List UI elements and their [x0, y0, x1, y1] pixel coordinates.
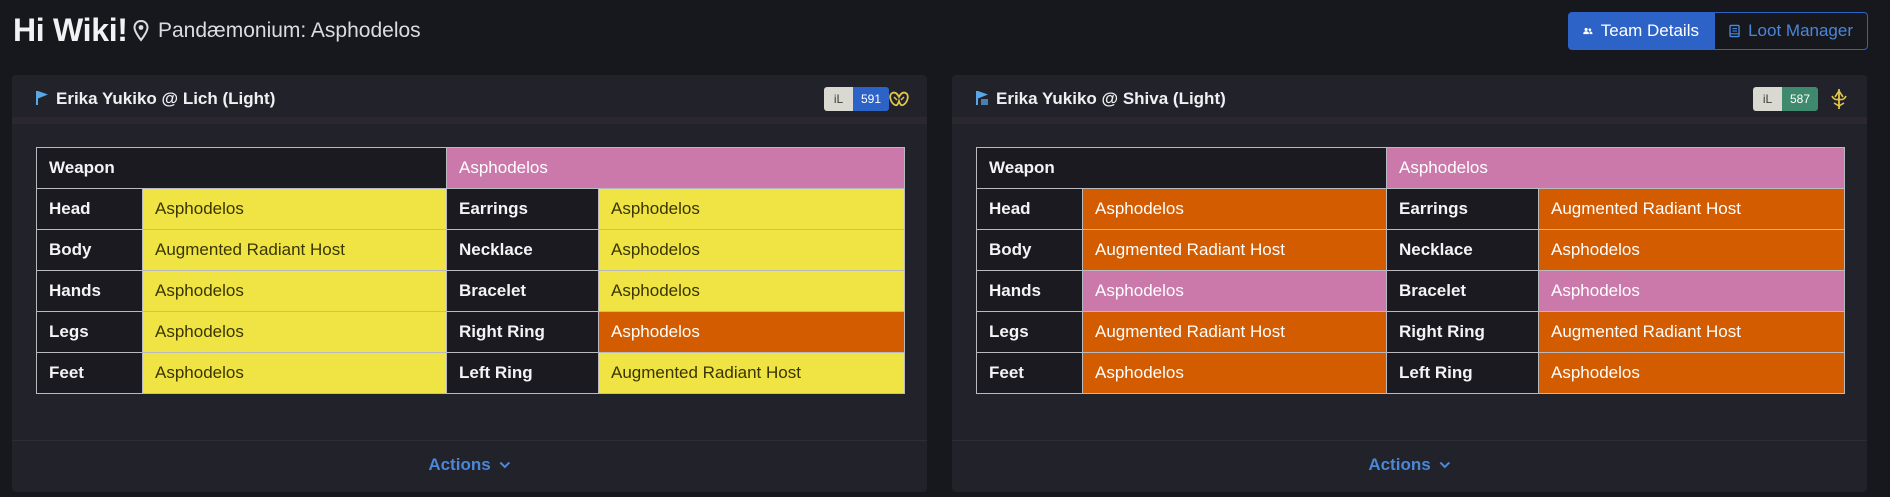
slot-value-left-ring[interactable]: Asphodelos: [1538, 352, 1845, 394]
slot-value-weapon[interactable]: Asphodelos: [446, 147, 905, 189]
chevron-down-icon: [499, 461, 510, 469]
card-header: Erika Yukiko @ Lich (Light) iL 591: [12, 75, 927, 124]
character-card: Erika Yukiko @ Lich (Light) iL 591 Weapo…: [12, 75, 927, 492]
greeting-heading: Hi Wiki!: [13, 12, 128, 48]
slot-label-earrings: Earrings: [1386, 188, 1539, 230]
slot-label-bracelet: Bracelet: [446, 270, 599, 312]
slot-label-necklace: Necklace: [1386, 229, 1539, 271]
slot-label-weapon: Weapon: [36, 147, 447, 189]
slot-value-legs[interactable]: Augmented Radiant Host: [1082, 311, 1387, 353]
slot-label-right-ring: Right Ring: [1386, 311, 1539, 353]
table-row: Weapon Asphodelos: [36, 147, 905, 189]
users-icon: [1583, 27, 1593, 35]
slot-label-legs: Legs: [36, 311, 143, 353]
slot-value-legs[interactable]: Asphodelos: [142, 311, 447, 353]
character-title: Erika Yukiko @ Lich (Light): [56, 89, 276, 108]
item-level-key: iL: [824, 87, 853, 111]
table-row: Body Augmented Radiant Host Necklace Asp…: [976, 229, 1845, 271]
card-footer: Actions: [952, 440, 1867, 492]
summoner-icon: [889, 91, 909, 107]
table-row: Head Asphodelos Earrings Asphodelos: [36, 188, 905, 230]
table-row: Body Augmented Radiant Host Necklace Asp…: [36, 229, 905, 271]
card-footer: Actions: [12, 440, 927, 492]
actions-label: Actions: [428, 455, 491, 474]
gear-table: Weapon Asphodelos Head Asphodelos Earrin…: [36, 147, 905, 394]
slot-label-hands: Hands: [36, 270, 143, 312]
actions-dropdown-button[interactable]: Actions: [1368, 455, 1450, 475]
item-level-badge: iL 587: [1753, 87, 1818, 111]
item-level-key: iL: [1753, 87, 1782, 111]
slot-value-weapon[interactable]: Asphodelos: [1386, 147, 1845, 189]
slot-label-body: Body: [36, 229, 143, 271]
slot-label-earrings: Earrings: [446, 188, 599, 230]
slot-label-hands: Hands: [976, 270, 1083, 312]
chevron-down-icon: [1439, 461, 1450, 469]
location-pin-icon: [133, 20, 149, 42]
table-row: Weapon Asphodelos: [976, 147, 1845, 189]
slot-value-body[interactable]: Augmented Radiant Host: [1082, 229, 1387, 271]
table-row: Head Asphodelos Earrings Augmented Radia…: [976, 188, 1845, 230]
slot-label-feet: Feet: [36, 352, 143, 394]
slot-label-left-ring: Left Ring: [446, 352, 599, 394]
location-label: Pandæmonium: Asphodelos: [158, 19, 421, 42]
slot-label-feet: Feet: [976, 352, 1083, 394]
slot-label-head: Head: [36, 188, 143, 230]
table-row: Hands Asphodelos Bracelet Asphodelos: [976, 270, 1845, 312]
slot-label-legs: Legs: [976, 311, 1083, 353]
slot-value-head[interactable]: Asphodelos: [1082, 188, 1387, 230]
table-row: Hands Asphodelos Bracelet Asphodelos: [36, 270, 905, 312]
slot-label-left-ring: Left Ring: [1386, 352, 1539, 394]
view-toggle-group: Team Details Loot Manager: [1568, 12, 1868, 50]
slot-value-left-ring[interactable]: Augmented Radiant Host: [598, 352, 905, 394]
slot-value-bracelet[interactable]: Asphodelos: [598, 270, 905, 312]
slot-value-head[interactable]: Asphodelos: [142, 188, 447, 230]
item-level-badge: iL 591: [824, 87, 889, 111]
character-card: Erika Yukiko @ Shiva (Light) iL 587 Weap…: [952, 75, 1867, 492]
slot-value-hands[interactable]: Asphodelos: [1082, 270, 1387, 312]
card-header: Erika Yukiko @ Shiva (Light) iL 587: [952, 75, 1867, 124]
slot-value-necklace[interactable]: Asphodelos: [598, 229, 905, 271]
slot-label-right-ring: Right Ring: [446, 311, 599, 353]
slot-value-bracelet[interactable]: Asphodelos: [1538, 270, 1845, 312]
actions-dropdown-button[interactable]: Actions: [428, 455, 510, 475]
actions-label: Actions: [1368, 455, 1431, 474]
team-details-label: Team Details: [1600, 21, 1699, 40]
slot-label-bracelet: Bracelet: [1386, 270, 1539, 312]
top-bar: Hi Wiki! Pandæmonium: Asphodelos Team De…: [0, 0, 1890, 62]
item-level-value: 591: [853, 87, 889, 111]
slot-value-necklace[interactable]: Asphodelos: [1538, 229, 1845, 271]
item-level-value: 587: [1782, 87, 1818, 111]
team-details-button[interactable]: Team Details: [1568, 12, 1714, 50]
slot-value-body[interactable]: Augmented Radiant Host: [142, 229, 447, 271]
slot-value-hands[interactable]: Asphodelos: [142, 270, 447, 312]
flag-icon: [36, 91, 48, 105]
sage-icon: [1831, 89, 1847, 109]
slot-label-body: Body: [976, 229, 1083, 271]
slot-value-feet[interactable]: Asphodelos: [1082, 352, 1387, 394]
loot-manager-label: Loot Manager: [1748, 21, 1853, 40]
book-icon: [1729, 24, 1740, 38]
slot-value-earrings[interactable]: Augmented Radiant Host: [1538, 188, 1845, 230]
slot-label-weapon: Weapon: [976, 147, 1387, 189]
slot-value-earrings[interactable]: Asphodelos: [598, 188, 905, 230]
flag-icon: [976, 91, 988, 105]
slot-value-right-ring[interactable]: Asphodelos: [598, 311, 905, 353]
slot-value-right-ring[interactable]: Augmented Radiant Host: [1538, 311, 1845, 353]
slot-label-necklace: Necklace: [446, 229, 599, 271]
slot-value-feet[interactable]: Asphodelos: [142, 352, 447, 394]
gear-table: Weapon Asphodelos Head Asphodelos Earrin…: [976, 147, 1845, 394]
table-row: Legs Asphodelos Right Ring Asphodelos: [36, 311, 905, 353]
table-row: Feet Asphodelos Left Ring Asphodelos: [976, 352, 1845, 394]
table-row: Feet Asphodelos Left Ring Augmented Radi…: [36, 352, 905, 394]
character-title: Erika Yukiko @ Shiva (Light): [996, 89, 1226, 108]
slot-label-head: Head: [976, 188, 1083, 230]
table-row: Legs Augmented Radiant Host Right Ring A…: [976, 311, 1845, 353]
loot-manager-button[interactable]: Loot Manager: [1714, 12, 1868, 50]
